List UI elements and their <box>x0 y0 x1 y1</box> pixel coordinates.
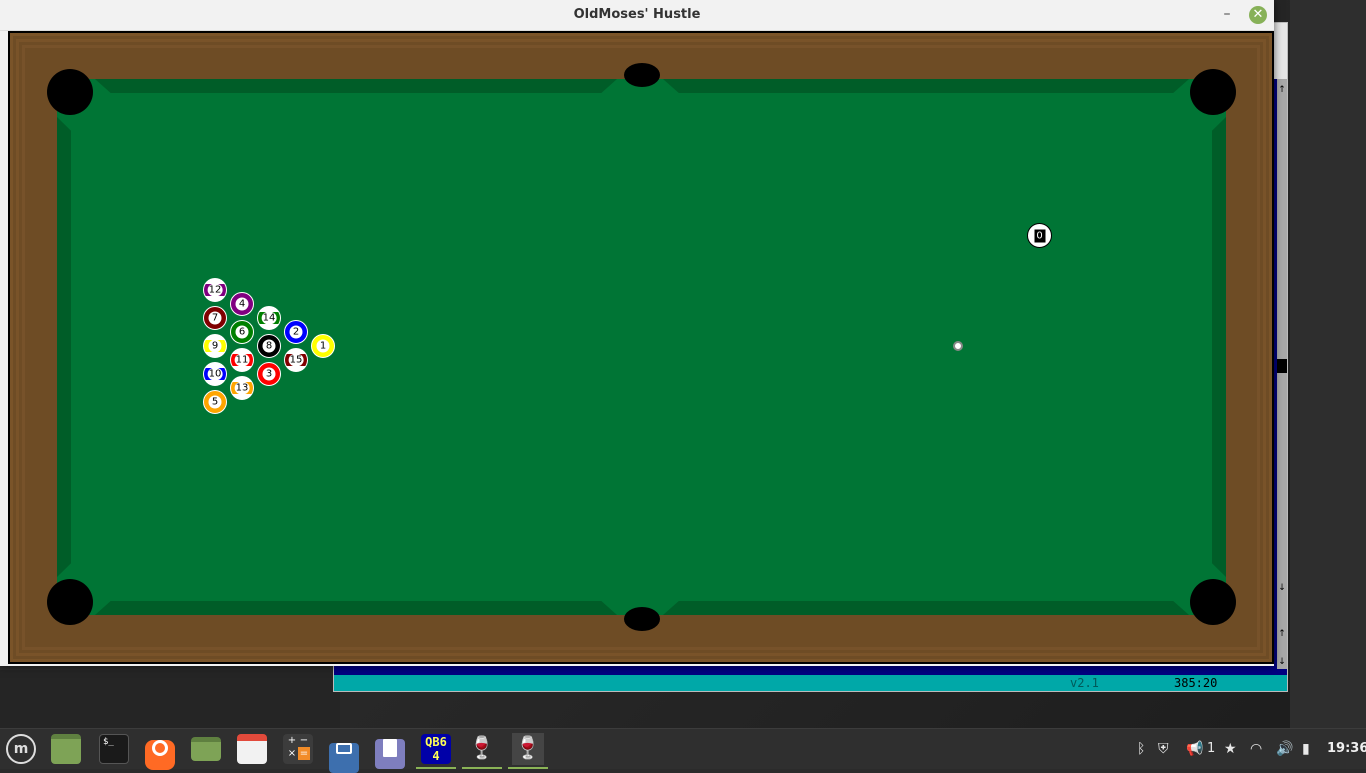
ball-5: 5 <box>203 390 227 414</box>
ball-8: 8 <box>257 334 281 358</box>
game-window[interactable]: OldMoses' Hustle – ✕ 0 12 4 7 14 6 2 9 8 1 11 15 10… <box>0 0 1274 666</box>
text-editor-launcher[interactable] <box>374 733 406 769</box>
cushion-top-left <box>95 79 617 93</box>
close-button[interactable]: ✕ <box>1249 6 1267 24</box>
scroll-down-arrow-icon[interactable]: ↓ <box>1277 583 1287 593</box>
menu-button[interactable]: m <box>5 733 37 765</box>
show-desktop-icon <box>51 734 81 764</box>
ball-number: 9 <box>208 339 222 353</box>
calendar-launcher[interactable] <box>236 733 268 765</box>
terminal-launcher[interactable]: $_ <box>98 733 130 765</box>
ball-number: 5 <box>208 395 222 409</box>
cue-ball-number: 0 <box>1034 229 1045 242</box>
ball-3: 3 <box>257 362 281 386</box>
notifications-icon[interactable]: 📢 <box>1186 741 1203 757</box>
mint-menu-icon: m <box>6 734 36 764</box>
ball-number: 6 <box>235 325 249 339</box>
window-titlebar[interactable]: OldMoses' Hustle – ✕ <box>0 0 1274 31</box>
pocket-top-middle <box>624 63 660 87</box>
active-indicator <box>462 767 502 769</box>
files-icon <box>191 737 221 761</box>
cushion-bottom-right <box>663 601 1189 615</box>
active-indicator <box>416 767 456 769</box>
wine-app-launcher-active[interactable]: 🍷 <box>508 733 548 769</box>
taskbar: m $_ +− ×= QB64 🍷 � <box>0 728 1366 773</box>
ide-status-bar: v2.1 385:20 <box>334 675 1287 691</box>
ball-15: 15 <box>284 348 308 372</box>
ball-4: 4 <box>230 292 254 316</box>
clock[interactable]: 19:36 <box>1327 741 1366 756</box>
scroll-up-arrow-icon[interactable]: ↑ <box>1277 629 1287 639</box>
bluetooth-icon[interactable]: ᛒ <box>1137 741 1145 757</box>
wifi-icon[interactable]: ◠ <box>1250 741 1262 757</box>
screenshot-icon <box>329 743 359 773</box>
pocket-bottom-left <box>47 579 93 625</box>
ball-1: 1 <box>311 334 335 358</box>
screenshot-launcher[interactable] <box>328 733 360 773</box>
cushion-bottom-left <box>95 601 617 615</box>
ball-number: 13 <box>234 381 250 395</box>
ball-2: 2 <box>284 320 308 344</box>
pocket-top-right <box>1190 69 1236 115</box>
calendar-icon <box>237 734 267 764</box>
ide-version: v2.1 <box>1070 676 1099 690</box>
ball-12: 12 <box>203 278 227 302</box>
ball-number: 2 <box>289 325 303 339</box>
volume-icon[interactable]: 🔊 <box>1276 741 1293 757</box>
ide-scrollbar[interactable]: ↑ ↓ ↑ ↓ <box>1277 79 1287 669</box>
text-editor-icon <box>375 739 405 769</box>
table-felt[interactable] <box>47 63 1236 631</box>
wine-app-launcher[interactable]: 🍷 <box>462 733 502 769</box>
ball-number: 14 <box>261 311 277 325</box>
firefox-launcher[interactable] <box>144 733 176 770</box>
battery-icon[interactable]: ▮ <box>1302 741 1310 757</box>
scroll-up-arrow-icon[interactable]: ↑ <box>1277 85 1287 95</box>
ball-number: 3 <box>262 367 276 381</box>
terminal-icon: $_ <box>99 734 129 764</box>
shield-update-icon[interactable]: ⛨ <box>1158 741 1169 757</box>
window-title: OldMoses' Hustle <box>573 7 701 22</box>
ball-number: 12 <box>207 283 223 297</box>
files-launcher[interactable] <box>190 733 222 765</box>
calculator-launcher[interactable]: + − × = <box>282 733 314 765</box>
notification-count: 1 <box>1207 741 1216 756</box>
ball-number: 8 <box>262 339 276 353</box>
qb64-icon: QB64 <box>421 734 451 764</box>
active-indicator <box>508 767 548 769</box>
ball-9: 9 <box>203 334 227 358</box>
wine-icon: 🍷 <box>514 736 542 761</box>
wallpaper-panel <box>1290 0 1366 728</box>
pocket-top-left <box>47 69 93 115</box>
qb64-launcher[interactable]: QB64 <box>416 733 456 769</box>
wallpaper-panel <box>0 670 340 728</box>
cushion-left <box>57 117 71 577</box>
cushion-top-right <box>663 79 1189 93</box>
ball-number: 11 <box>234 353 250 367</box>
ball-14: 14 <box>257 306 281 330</box>
cue-ball[interactable]: 0 <box>1027 223 1052 248</box>
ball-13: 13 <box>230 376 254 400</box>
wine-icon: 🍷 <box>468 736 496 761</box>
cushion-right <box>1212 117 1226 577</box>
pocket-bottom-right <box>1190 579 1236 625</box>
ball-7: 7 <box>203 306 227 330</box>
ball-number: 10 <box>207 367 223 381</box>
ball-number: 4 <box>235 297 249 311</box>
ball-number: 7 <box>208 311 222 325</box>
ball-6: 6 <box>230 320 254 344</box>
scroll-down-arrow-icon[interactable]: ↓ <box>1277 657 1287 667</box>
star-icon[interactable]: ★ <box>1224 741 1237 757</box>
aim-cursor[interactable] <box>953 341 963 351</box>
scroll-thumb[interactable] <box>1277 359 1287 373</box>
pocket-bottom-middle <box>624 607 660 631</box>
ball-number: 1 <box>316 339 330 353</box>
minimize-button[interactable]: – <box>1218 6 1236 24</box>
calculator-icon: + − × = <box>283 734 313 764</box>
ball-10: 10 <box>203 362 227 386</box>
ball-11: 11 <box>230 348 254 372</box>
ide-cursor-position: 385:20 <box>1174 676 1218 690</box>
show-desktop-button[interactable] <box>50 733 82 765</box>
ball-number: 15 <box>288 353 304 367</box>
firefox-icon <box>145 740 175 770</box>
